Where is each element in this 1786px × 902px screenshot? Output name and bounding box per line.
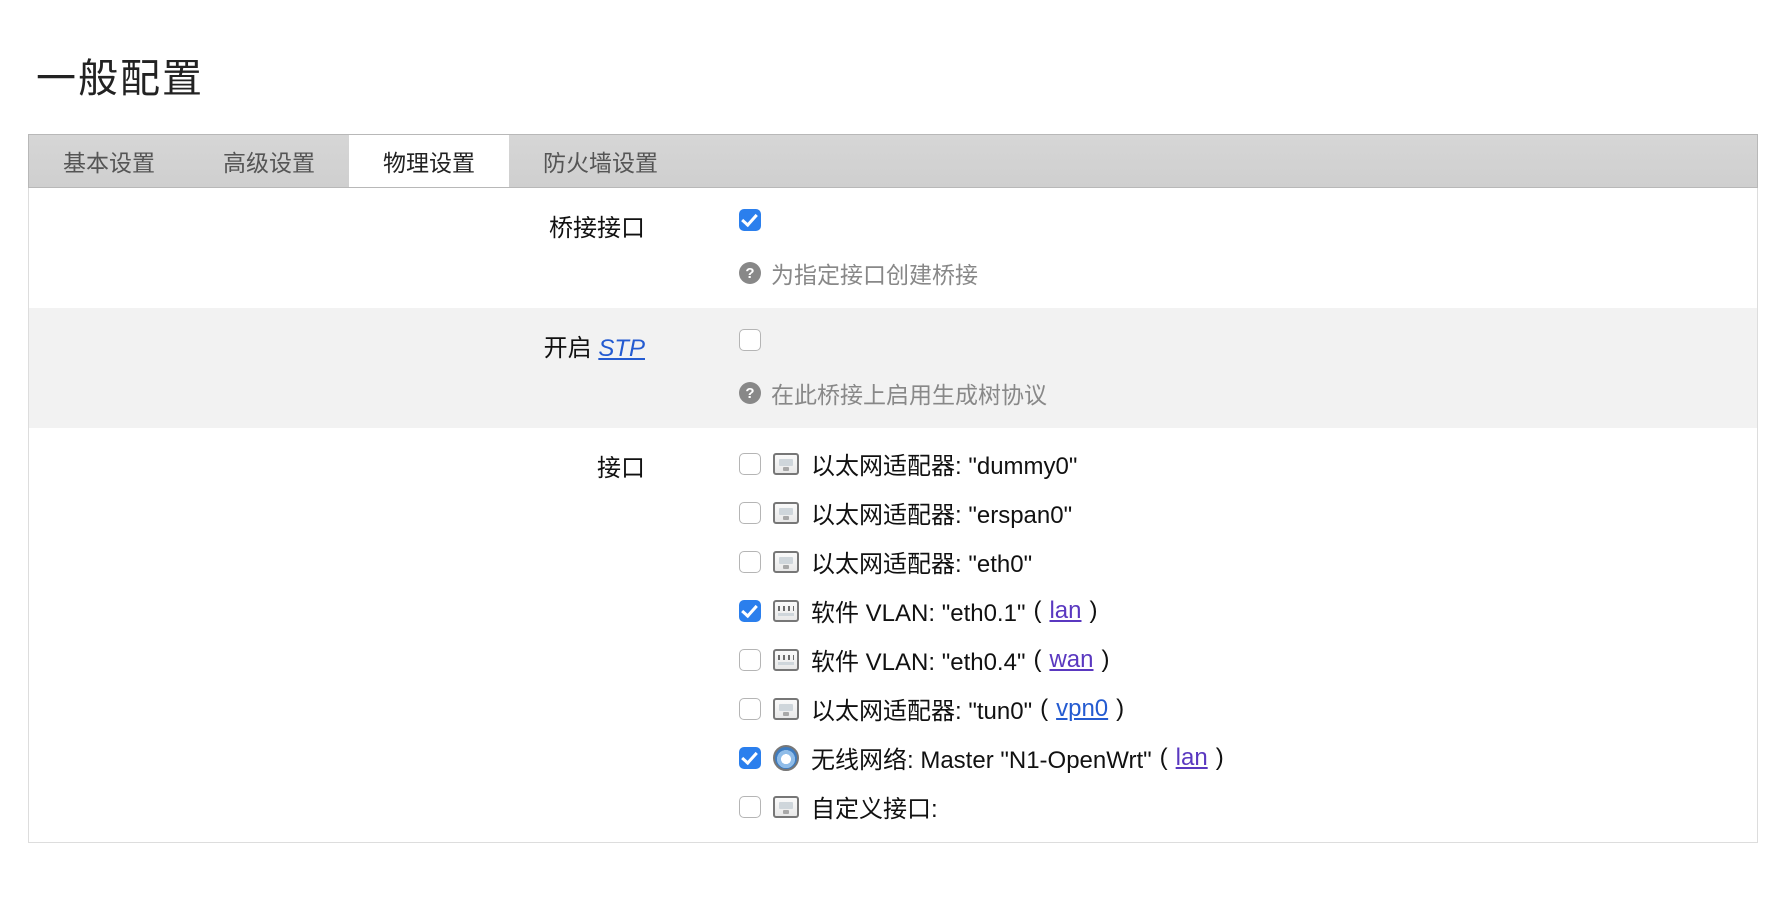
vlan-icon: [773, 649, 799, 671]
zone-link[interactable]: wan: [1049, 646, 1093, 674]
interface-row: 软件 VLAN: "eth0.4" ( wan): [739, 642, 1727, 677]
paren-open: (: [1033, 597, 1041, 625]
ethernet-icon: [773, 796, 799, 818]
interface-checkbox[interactable]: [739, 796, 761, 818]
paren-open: (: [1160, 744, 1168, 772]
ethernet-icon: [773, 502, 799, 524]
interface-label: 以太网适配器: "erspan0": [811, 495, 1072, 530]
interface-checkbox[interactable]: [739, 747, 761, 769]
interface-row: 软件 VLAN: "eth0.1" ( lan): [739, 593, 1727, 628]
interface-label: 以太网适配器: "dummy0": [811, 446, 1077, 481]
field-interface: 接口 以太网适配器: "dummy0"以太网适配器: "erspan0"以太网适…: [29, 428, 1757, 842]
ethernet-icon: [773, 551, 799, 573]
interface-row: 以太网适配器: "dummy0": [739, 446, 1727, 481]
ethernet-icon: [773, 698, 799, 720]
interface-row: 以太网适配器: "erspan0": [739, 495, 1727, 530]
field-stp: 开启 STP ? 在此桥接上启用生成树协议: [29, 308, 1757, 428]
vlan-icon: [773, 600, 799, 622]
paren-close: ): [1090, 597, 1098, 625]
paren-close: ): [1102, 646, 1110, 674]
checkbox-bridge[interactable]: [739, 209, 761, 231]
interface-label: 自定义接口:: [811, 789, 938, 824]
paren-open: (: [1033, 646, 1041, 674]
label-interface: 接口: [29, 446, 669, 483]
help-bridge: ? 为指定接口创建桥接: [739, 256, 1727, 290]
paren-close: ): [1216, 744, 1224, 772]
interface-checkbox[interactable]: [739, 649, 761, 671]
page-title: 一般配置: [36, 46, 1758, 104]
tab-1[interactable]: 高级设置: [189, 135, 349, 187]
help-bridge-text: 为指定接口创建桥接: [771, 256, 978, 290]
interface-row: 无线网络: Master "N1-OpenWrt" ( lan): [739, 740, 1727, 775]
interface-checkbox[interactable]: [739, 502, 761, 524]
tab-0[interactable]: 基本设置: [29, 135, 189, 187]
help-stp-text: 在此桥接上启用生成树协议: [771, 376, 1047, 410]
checkbox-stp[interactable]: [739, 329, 761, 351]
interface-checkbox[interactable]: [739, 453, 761, 475]
zone-link[interactable]: vpn0: [1056, 695, 1108, 723]
interface-list: 以太网适配器: "dummy0" 以太网适配器: "erspan0" 以太网适配器:…: [739, 446, 1727, 824]
field-bridge: 桥接接口 ? 为指定接口创建桥接: [29, 188, 1757, 308]
interface-row: 自定义接口:: [739, 789, 1727, 824]
paren-open: (: [1040, 695, 1048, 723]
interface-label: 以太网适配器: "eth0": [811, 544, 1032, 579]
interface-label: 软件 VLAN: "eth0.1": [811, 593, 1025, 628]
ethernet-icon: [773, 453, 799, 475]
zone-link[interactable]: lan: [1049, 597, 1081, 625]
label-stp: 开启 STP: [29, 326, 669, 363]
stp-link[interactable]: STP: [598, 335, 645, 362]
interface-row: 以太网适配器: "tun0" ( vpn0): [739, 691, 1727, 726]
label-stp-prefix: 开启: [544, 335, 599, 362]
interface-checkbox[interactable]: [739, 698, 761, 720]
tab-3[interactable]: 防火墙设置: [509, 135, 692, 187]
interface-label: 无线网络: Master "N1-OpenWrt": [811, 740, 1152, 775]
help-icon: ?: [739, 382, 761, 404]
tab-2[interactable]: 物理设置: [349, 135, 509, 187]
tab-strip: 基本设置高级设置物理设置防火墙设置: [28, 134, 1758, 188]
zone-link[interactable]: lan: [1176, 744, 1208, 772]
interface-checkbox[interactable]: [739, 551, 761, 573]
label-bridge: 桥接接口: [29, 206, 669, 243]
interface-row: 以太网适配器: "eth0": [739, 544, 1727, 579]
help-icon: ?: [739, 262, 761, 284]
config-section: 桥接接口 ? 为指定接口创建桥接 开启 STP ? 在此桥接上启用生成树协议: [28, 188, 1758, 843]
interface-checkbox[interactable]: [739, 600, 761, 622]
help-stp: ? 在此桥接上启用生成树协议: [739, 376, 1727, 410]
interface-label: 软件 VLAN: "eth0.4": [811, 642, 1025, 677]
interface-label: 以太网适配器: "tun0": [811, 691, 1032, 726]
wireless-icon: [773, 745, 799, 771]
paren-close: ): [1116, 695, 1124, 723]
